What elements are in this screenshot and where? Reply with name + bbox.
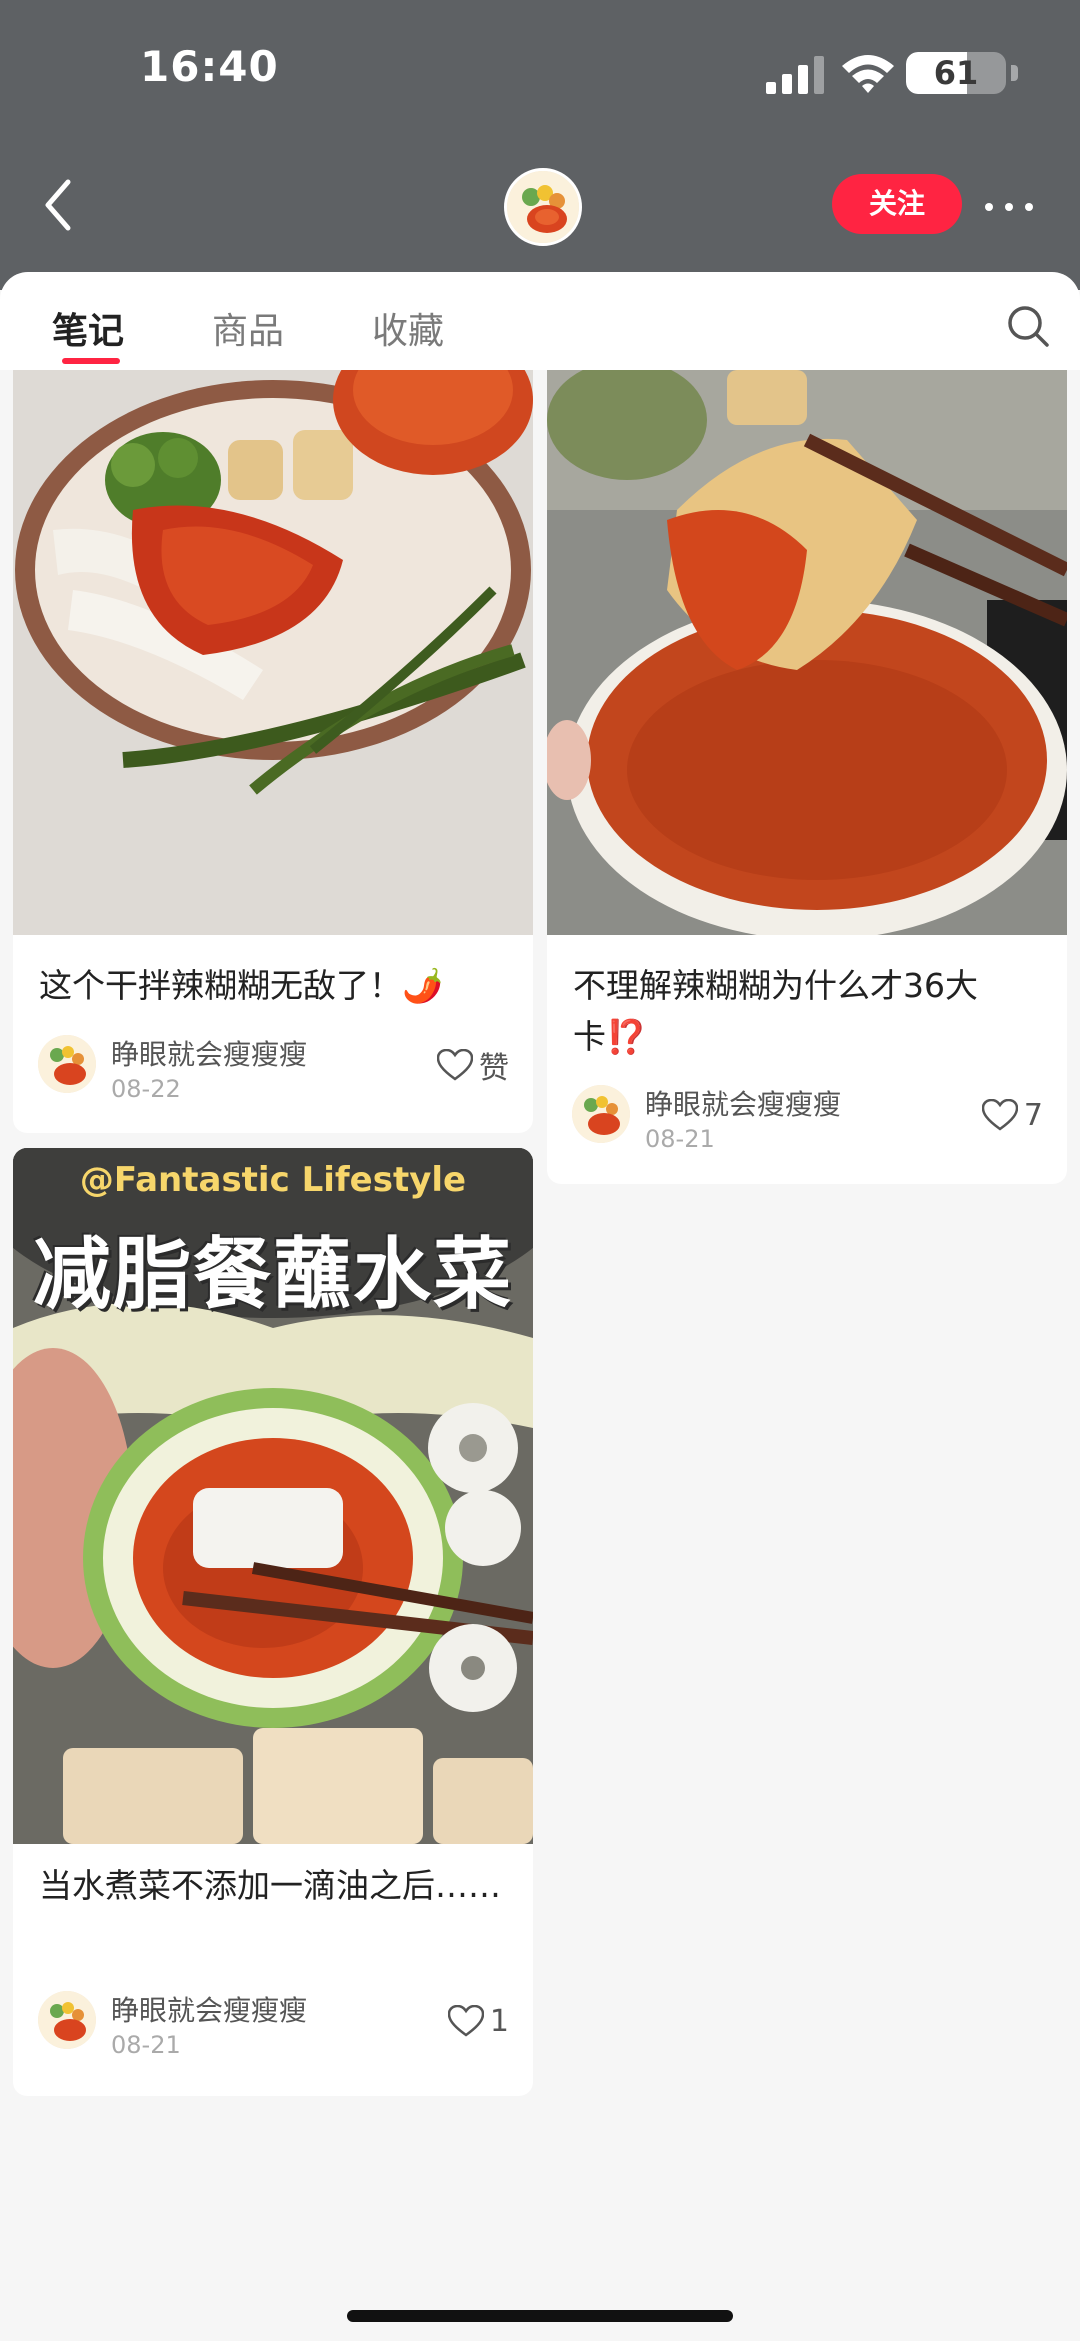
note-cover-image[interactable]: @Fantastic Lifestyle 减脂餐蘸水菜 [13,1148,533,1844]
battery-level-text: 61 [933,54,979,92]
note-card[interactable]: @Fantastic Lifestyle 减脂餐蘸水菜 当水煮菜不添加一滴油之后… [13,1148,533,2096]
note-title: 这个干拌辣糊糊无敌了！🌶️ [39,966,444,1005]
note-date: 08-22 [111,1075,181,1103]
like-count: 1 [489,2003,509,2039]
wifi-icon [842,55,894,93]
home-indicator[interactable] [347,2310,733,2322]
heart-icon [981,1099,1018,1131]
author-avatar[interactable] [38,1991,96,2049]
more-dots-icon[interactable] [985,196,1045,212]
profile-header: 16:40 61 关注 [0,0,1080,290]
note-title: 当水煮菜不添加一滴油之后…… [39,1866,501,1905]
like-button[interactable]: 赞 [437,1045,509,1086]
tab-products[interactable]: 商品 [212,302,284,354]
avatar[interactable] [504,168,582,246]
follow-button[interactable]: 关注 [832,174,962,234]
tab-notes[interactable]: 笔记 [52,302,124,354]
note-date: 08-21 [645,1125,715,1153]
note-cover-image[interactable] [547,370,1067,935]
note-title: 不理解辣糊糊为什么才36大卡⁉️ [573,966,978,1056]
note-date: 08-21 [111,2031,181,2059]
author-avatar[interactable] [38,1035,96,1093]
note-card[interactable]: 这个干拌辣糊糊无敌了！🌶️ 睁眼就会瘦瘦瘦 08-22 赞 [13,370,533,1133]
like-count: 7 [1023,1097,1043,1133]
tab-favorites[interactable]: 收藏 [372,302,444,354]
author-name[interactable]: 睁眼就会瘦瘦瘦 [645,1083,841,1123]
profile-tabs: 笔记 商品 收藏 [0,272,1080,370]
like-button[interactable]: 7 [981,1095,1043,1135]
battery-icon: 61 [906,52,1018,94]
cover-overlay-handle: @Fantastic Lifestyle [79,1160,467,1200]
search-icon[interactable] [1006,304,1050,348]
note-cover-image[interactable] [13,370,533,935]
author-name[interactable]: 睁眼就会瘦瘦瘦 [111,1989,307,2029]
back-chevron-icon[interactable] [36,170,86,240]
heart-icon [447,2005,484,2037]
note-card[interactable]: 不理解辣糊糊为什么才36大卡⁉️ 睁眼就会瘦瘦瘦 08-21 7 [547,370,1067,1184]
status-time: 16:40 [140,42,279,91]
like-count: 赞 [479,1051,509,1086]
heart-icon [437,1049,473,1081]
author-avatar[interactable] [572,1085,630,1143]
cover-overlay-title: 减脂餐蘸水菜 [32,1230,513,1320]
like-button[interactable]: 1 [447,2001,509,2041]
author-name[interactable]: 睁眼就会瘦瘦瘦 [111,1033,307,1073]
signal-icon [766,56,824,94]
active-tab-indicator [62,358,120,364]
